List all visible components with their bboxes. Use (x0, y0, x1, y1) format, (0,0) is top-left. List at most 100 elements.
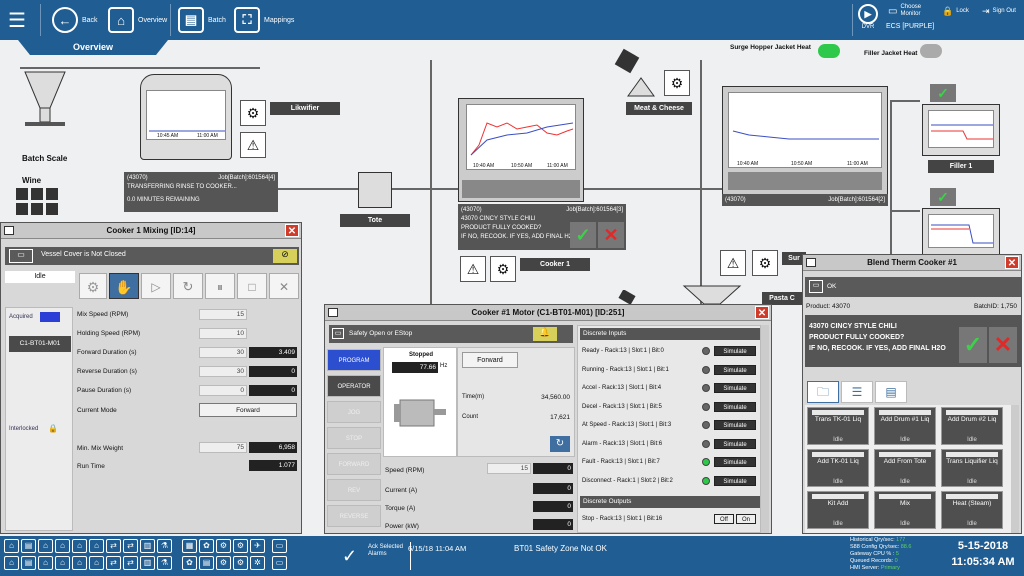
equipment-icon[interactable]: ▤ (199, 556, 214, 570)
mode-button-rev[interactable]: REV (327, 479, 381, 501)
simulate-button[interactable]: Simulate (714, 401, 756, 412)
blend-reject-button[interactable]: ✕ (989, 327, 1017, 363)
surge-hopper-jacket-valve[interactable] (818, 44, 840, 58)
choose-monitor-button[interactable]: ▭ Choose Monitor (888, 2, 928, 20)
output-off-button[interactable]: Off (714, 514, 734, 524)
current-mode-value[interactable]: Forward (199, 403, 297, 417)
speed-setpoint[interactable]: 15 (487, 463, 531, 474)
cooker1-sequence-button[interactable]: ⚙ (490, 256, 516, 282)
meat-sequence-button[interactable]: ⚙ (664, 70, 690, 96)
menu-button[interactable]: ☰ (8, 4, 26, 36)
simulate-button[interactable]: Simulate (714, 475, 756, 486)
mode-button-program[interactable]: PROGRAM (327, 349, 381, 371)
overview-tab[interactable]: Overview (18, 40, 168, 55)
back-button[interactable]: ← Back (52, 4, 98, 36)
plant-icon[interactable]: ⌂ (89, 556, 104, 570)
transfer-icon[interactable]: ⇄ (106, 556, 121, 570)
param-setpoint[interactable]: 10 (199, 328, 247, 339)
simulate-button[interactable]: Simulate (714, 346, 756, 356)
phase-button[interactable]: Heat (Steam) Idle (941, 491, 1003, 529)
simulate-button[interactable]: Simulate (714, 364, 756, 375)
close-button[interactable]: ✕ (285, 224, 299, 237)
stop-button[interactable]: □ (237, 273, 267, 299)
likwifier-warning-button[interactable]: ⚠ (240, 132, 266, 158)
phase-grid-scrollbar[interactable] (1011, 405, 1019, 533)
pause-button[interactable]: ⏸ (205, 273, 235, 299)
param-setpoint[interactable]: 0 (199, 385, 247, 396)
simulate-button[interactable]: Simulate (714, 457, 756, 467)
mode-button-stop[interactable]: STOP (327, 427, 381, 449)
mix-icon[interactable]: ⚗ (157, 539, 172, 553)
simulate-button[interactable]: Simulate (714, 420, 756, 430)
blend-confirm-button[interactable]: ✓ (959, 327, 987, 363)
plant-icon[interactable]: ⌂ (38, 556, 53, 570)
param-setpoint[interactable]: 15 (199, 309, 247, 320)
phase-button[interactable]: Kit Add Idle (807, 491, 869, 529)
simulate-button[interactable]: Simulate (714, 383, 756, 393)
storage-icon[interactable]: ▥ (140, 539, 155, 553)
folder-icon[interactable]: ▭ (272, 556, 287, 570)
tote-tank[interactable] (358, 172, 392, 208)
manual-mode-button[interactable]: ✋ (109, 273, 139, 299)
transfer-icon[interactable]: ⇄ (106, 539, 121, 553)
equipment-icon[interactable]: ✈ (250, 539, 265, 553)
reset-count-button[interactable]: ↻ (550, 436, 570, 452)
mode-button-reverse[interactable]: REVERSE (327, 505, 381, 527)
phase-button[interactable]: Mix Idle (874, 491, 936, 529)
equipment-icon[interactable]: ⚙ (216, 556, 231, 570)
plant-icon[interactable]: ⌂ (89, 539, 104, 553)
plant-icon[interactable]: ⌂ (55, 539, 70, 553)
batch-scale-hopper[interactable] (22, 70, 68, 130)
mode-button-jog[interactable]: JOG (327, 401, 381, 423)
alarm-message[interactable]: BT01 Safety Zone Not OK (514, 544, 607, 553)
tab-folders[interactable]: 🗀 (807, 381, 839, 403)
dvr-button[interactable]: ▶ DVR (858, 4, 878, 36)
start-button[interactable]: ▷ (141, 273, 171, 299)
list-icon[interactable]: ▤ (21, 556, 36, 570)
phase-button[interactable]: Add Drum #2 Liq Idle (941, 407, 1003, 445)
phase-button[interactable]: Add TK-01 Liq Idle (807, 449, 869, 487)
plant-icon[interactable]: ⌂ (72, 556, 87, 570)
meat-grinder[interactable] (612, 48, 642, 76)
param-setpoint[interactable]: 30 (199, 366, 247, 377)
filler-jacket-valve[interactable] (920, 44, 942, 58)
wine-drums[interactable] (14, 186, 60, 218)
bell-alarm-button[interactable]: 🔔 (533, 327, 557, 341)
equipment-icon[interactable]: ✿ (199, 539, 214, 553)
plant-icon[interactable]: ⌂ (55, 556, 70, 570)
sign-out-button[interactable]: ⇥ Sign Out (982, 2, 1016, 20)
surge-warning-button[interactable]: ⚠ (720, 250, 746, 276)
equipment-icon[interactable]: ⚙ (233, 539, 248, 553)
equipment-icon[interactable]: ⚙ (216, 539, 231, 553)
ack-alarms-button[interactable]: ✓ Ack Selected Alarms (340, 542, 410, 572)
io-scrollbar[interactable] (761, 325, 769, 533)
simulate-button[interactable]: Simulate (714, 438, 756, 449)
equipment-icon[interactable]: ⚙ (233, 556, 248, 570)
likwifier-sequence-button[interactable]: ⚙ (240, 100, 266, 126)
device-c1-bt01-m01[interactable]: C1-BT01-M01 (9, 336, 71, 352)
list-icon[interactable]: ▤ (21, 539, 36, 553)
mappings-button[interactable]: ⛶ Mappings (234, 4, 294, 36)
phase-button[interactable]: Add From Tote Idle (874, 449, 936, 487)
overview-button[interactable]: ⌂ Overview (108, 4, 167, 36)
transfer-icon[interactable]: ⇄ (123, 539, 138, 553)
mode-button-forward[interactable]: FORWARD (327, 453, 381, 475)
plant-icon[interactable]: ⌂ (72, 539, 87, 553)
plant-icon[interactable]: ⌂ (38, 539, 53, 553)
filler2-confirm-button[interactable]: ✓ (930, 188, 956, 206)
transfer-icon[interactable]: ⇄ (123, 556, 138, 570)
home-icon[interactable]: ⌂ (4, 539, 19, 553)
param-setpoint[interactable]: 30 (199, 347, 247, 358)
lock-button[interactable]: 🔒 Lock (942, 2, 969, 20)
equipment-icon[interactable]: ▦ (182, 539, 197, 553)
filler-confirm-button[interactable]: ✓ (930, 84, 956, 102)
equipment-icon[interactable]: ✲ (250, 556, 265, 570)
close-button[interactable]: ✕ (755, 306, 769, 319)
min-mix-weight-setpoint[interactable]: 75 (199, 442, 247, 453)
cooker1-reject-button[interactable]: ✕ (598, 222, 624, 248)
output-on-button[interactable]: On (736, 514, 756, 524)
mix-icon[interactable]: ⚗ (157, 556, 172, 570)
mode-button-operator[interactable]: OPERATOR (327, 375, 381, 397)
folder-icon[interactable]: ▭ (272, 539, 287, 553)
phase-button[interactable]: Trans TK-01 Liq Idle (807, 407, 869, 445)
